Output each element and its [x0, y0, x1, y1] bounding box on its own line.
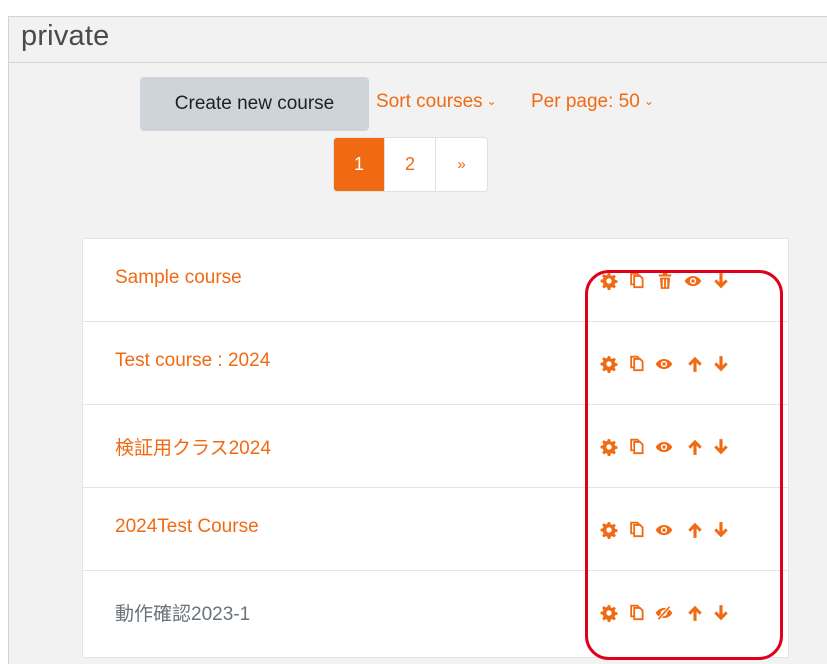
- eye-icon[interactable]: [655, 355, 673, 373]
- page-link-2[interactable]: 2: [385, 138, 436, 191]
- per-page-dropdown[interactable]: Per page: 50 ⌄: [531, 91, 654, 113]
- course-link[interactable]: 動作確認2023-1: [115, 599, 250, 626]
- eye-icon[interactable]: [684, 272, 702, 290]
- copy-icon[interactable]: [628, 272, 646, 290]
- gear-icon[interactable]: [600, 604, 618, 622]
- arrow-up-icon[interactable]: [686, 355, 704, 373]
- eye-slash-icon[interactable]: [655, 604, 673, 622]
- arrow-down-icon[interactable]: [712, 272, 730, 290]
- sort-courses-label: Sort courses: [376, 91, 483, 112]
- course-row: Test course : 2024: [83, 322, 788, 405]
- course-link[interactable]: Test course : 2024: [115, 350, 270, 372]
- eye-icon[interactable]: [655, 521, 673, 539]
- course-row: 動作確認2023-1: [83, 571, 788, 657]
- gear-icon[interactable]: [600, 521, 618, 539]
- eye-icon[interactable]: [655, 438, 673, 456]
- create-new-course-button[interactable]: Create new course: [140, 77, 369, 131]
- category-header: private: [9, 17, 827, 63]
- category-title: private: [21, 20, 110, 52]
- arrow-down-icon[interactable]: [712, 438, 730, 456]
- trash-icon[interactable]: [656, 272, 674, 290]
- arrow-up-icon[interactable]: [686, 438, 704, 456]
- copy-icon[interactable]: [628, 604, 646, 622]
- arrow-down-icon[interactable]: [712, 521, 730, 539]
- gear-icon[interactable]: [600, 272, 618, 290]
- pagination: 1 2 »: [333, 137, 488, 192]
- arrow-down-icon[interactable]: [712, 604, 730, 622]
- page-link-1[interactable]: 1: [334, 138, 385, 191]
- course-link[interactable]: 検証用クラス2024: [115, 433, 271, 460]
- copy-icon[interactable]: [628, 438, 646, 456]
- arrow-down-icon[interactable]: [712, 355, 730, 373]
- chevron-down-icon: ⌄: [486, 94, 497, 108]
- course-row: 検証用クラス2024: [83, 405, 788, 488]
- course-row: Sample course: [83, 239, 788, 322]
- arrow-up-icon[interactable]: [686, 521, 704, 539]
- page-next-link[interactable]: »: [436, 138, 487, 191]
- copy-icon[interactable]: [628, 355, 646, 373]
- chevron-down-icon: ⌄: [643, 94, 654, 108]
- gear-icon[interactable]: [600, 438, 618, 456]
- course-list: Sample course Test course : 2024 検証用クラス2…: [82, 238, 789, 658]
- per-page-label: Per page: 50: [531, 91, 640, 112]
- arrow-up-icon[interactable]: [686, 604, 704, 622]
- course-link[interactable]: 2024Test Course: [115, 516, 259, 538]
- gear-icon[interactable]: [600, 355, 618, 373]
- sort-courses-dropdown[interactable]: Sort courses ⌄: [376, 91, 497, 113]
- copy-icon[interactable]: [628, 521, 646, 539]
- course-row: 2024Test Course: [83, 488, 788, 571]
- course-link[interactable]: Sample course: [115, 267, 242, 289]
